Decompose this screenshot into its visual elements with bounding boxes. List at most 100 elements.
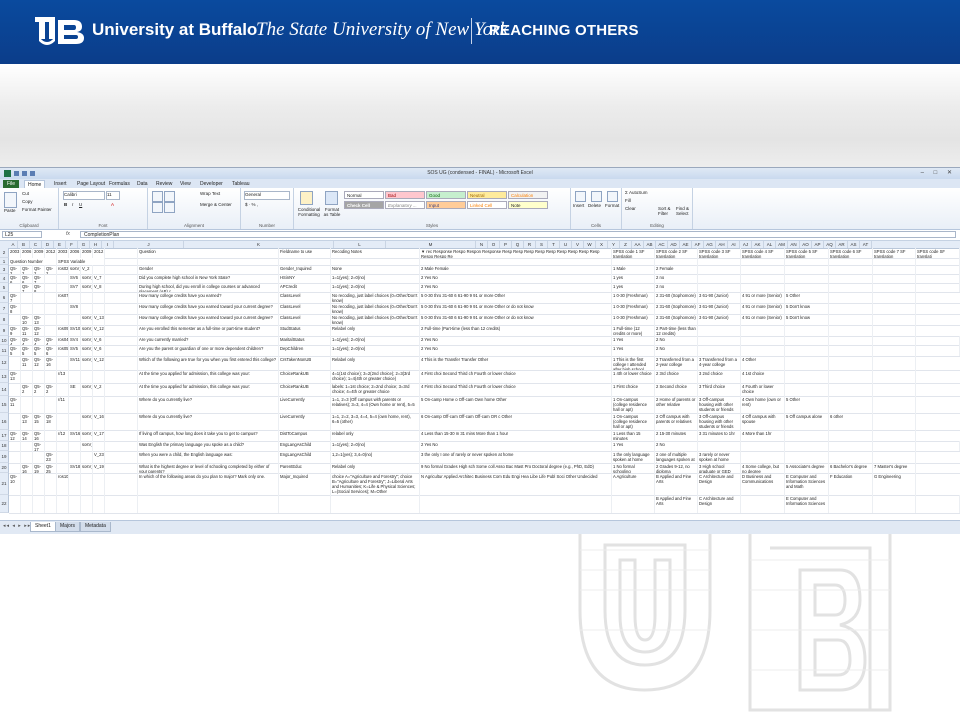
table-cell[interactable]: [829, 274, 873, 283]
table-cell[interactable]: 4 91 or more (Senior): [741, 314, 785, 325]
table-cell[interactable]: [873, 258, 916, 265]
tab-review[interactable]: Review: [153, 180, 175, 188]
table-cell[interactable]: B Applied and Fine Arts: [655, 473, 698, 495]
table-cell[interactable]: [829, 370, 873, 383]
table-cell[interactable]: [93, 303, 105, 314]
table-cell[interactable]: [69, 441, 81, 451]
table-cell[interactable]: 4 This is the Transfer Transfer Other: [420, 356, 612, 370]
table-cell[interactable]: [9, 495, 21, 513]
table-cell[interactable]: 1 This is the first college I attended a…: [612, 356, 655, 370]
currency-icon[interactable]: $ · % ,: [245, 202, 258, 207]
table-cell[interactable]: 2 No: [655, 345, 698, 356]
table-cell[interactable]: [873, 356, 916, 370]
table-cell[interactable]: 2 Yes No: [420, 441, 612, 451]
table-cell[interactable]: Q5-7: [21, 283, 33, 292]
table-cell[interactable]: [785, 283, 829, 292]
column-header[interactable]: Z: [620, 241, 632, 248]
table-cell[interactable]: 3 Off-campus housing with other students…: [698, 396, 741, 413]
row-header[interactable]: 11: [0, 345, 9, 356]
table-cell[interactable]: [105, 248, 138, 258]
row-header[interactable]: 1: [0, 258, 9, 265]
row-header[interactable]: 22: [0, 495, 9, 513]
table-cell[interactable]: Was English the primary language you spo…: [138, 441, 279, 451]
table-cell[interactable]: [105, 325, 138, 336]
column-header[interactable]: AB: [644, 241, 656, 248]
table-cell[interactable]: [105, 413, 138, 430]
italic-icon[interactable]: I: [72, 202, 73, 207]
table-cell[interactable]: ros05: [57, 345, 69, 356]
table-cell[interactable]: V_19: [93, 463, 105, 473]
table-cell[interactable]: [33, 396, 45, 413]
table-cell[interactable]: 4 Own home (own or rent): [741, 396, 785, 413]
style-calculation[interactable]: Calculation: [508, 191, 548, 199]
table-cell[interactable]: [93, 473, 105, 495]
table-cell[interactable]: labels: 1=1st choice; 2=2nd choice; 3=3r…: [331, 383, 420, 396]
fx-icon[interactable]: fx: [66, 231, 70, 237]
column-header[interactable]: B: [18, 241, 30, 248]
table-cell[interactable]: 2 Male Female: [420, 265, 612, 274]
table-cell[interactable]: SPSS code 6 SF translation: [829, 248, 873, 258]
table-cell[interactable]: Relabel only: [331, 325, 420, 336]
table-cell[interactable]: Q5-16: [33, 430, 45, 441]
table-cell[interactable]: Recoding Notes: [331, 248, 420, 258]
table-cell[interactable]: 1 0-30 (Freshman): [612, 314, 655, 325]
table-cell[interactable]: [105, 473, 138, 495]
table-cell[interactable]: During high school, did you enroll in co…: [138, 283, 279, 292]
table-cell[interactable]: 7 Master's degree: [873, 463, 916, 473]
table-cell[interactable]: r/13: [57, 370, 69, 383]
table-cell[interactable]: [698, 258, 741, 265]
table-cell[interactable]: [57, 463, 69, 473]
table-cell[interactable]: [45, 441, 57, 451]
table-cell[interactable]: [873, 383, 916, 396]
table-cell[interactable]: 1 the only language spoken at home: [612, 451, 655, 463]
table-cell[interactable]: V_16: [93, 413, 105, 430]
column-header[interactable]: F: [66, 241, 78, 248]
column-header[interactable]: C: [30, 241, 42, 248]
table-cell[interactable]: [45, 314, 57, 325]
table-cell[interactable]: Q5-8: [33, 283, 45, 292]
copy-button[interactable]: Copy: [22, 199, 33, 204]
table-cell[interactable]: DepChildren: [279, 345, 331, 356]
table-cell[interactable]: 2 Yes No: [420, 274, 612, 283]
table-cell[interactable]: ros04: [57, 336, 69, 345]
table-cell[interactable]: [331, 495, 420, 513]
table-cell[interactable]: 1 Yes: [612, 336, 655, 345]
table-cell[interactable]: [105, 258, 138, 265]
table-cell[interactable]: Question Number: [9, 258, 57, 265]
table-cell[interactable]: 4 Some college, but no degree: [741, 463, 785, 473]
table-cell[interactable]: Q5-17: [33, 441, 45, 451]
column-header[interactable]: R: [524, 241, 536, 248]
table-cell[interactable]: [829, 383, 873, 396]
table-cell[interactable]: Relabel only: [331, 356, 420, 370]
table-cell[interactable]: ros02: [57, 265, 69, 274]
table-cell[interactable]: ▼ rec Response Respo Respon Response Res…: [420, 248, 612, 258]
table-cell[interactable]: [57, 274, 69, 283]
table-cell[interactable]: 2 Transferred from a 2-year college: [655, 356, 698, 370]
table-cell[interactable]: No recoding, just label choices (0=Other…: [331, 314, 420, 325]
table-cell[interactable]: [105, 463, 138, 473]
table-cell[interactable]: sosV_6: [81, 274, 93, 283]
table-cell[interactable]: [21, 396, 33, 413]
table-cell[interactable]: [105, 356, 138, 370]
table-cell[interactable]: ClassLevel: [279, 303, 331, 314]
table-cell[interactable]: [81, 303, 93, 314]
row-header[interactable]: 4: [0, 274, 9, 283]
format-button[interactable]: Format: [605, 203, 619, 208]
table-cell[interactable]: [785, 325, 829, 336]
table-cell[interactable]: 5 Don't know: [785, 303, 829, 314]
table-cell[interactable]: [829, 441, 873, 451]
table-cell[interactable]: 2012: [93, 248, 105, 258]
table-cell[interactable]: D Business and Communications: [741, 473, 785, 495]
format-as-table-icon[interactable]: [325, 191, 338, 205]
table-cell[interactable]: SV6: [69, 274, 81, 283]
table-cell[interactable]: [829, 495, 873, 513]
column-header[interactable]: AS: [848, 241, 860, 248]
align-middle-icon[interactable]: [164, 191, 175, 202]
table-cell[interactable]: [69, 451, 81, 463]
table-cell[interactable]: [698, 283, 741, 292]
table-cell[interactable]: 2 Yes No: [420, 336, 612, 345]
table-cell[interactable]: 4 91 or more (Senior): [741, 292, 785, 303]
column-header[interactable]: U: [560, 241, 572, 248]
table-cell[interactable]: [105, 370, 138, 383]
table-cell[interactable]: 5 Other: [785, 292, 829, 303]
